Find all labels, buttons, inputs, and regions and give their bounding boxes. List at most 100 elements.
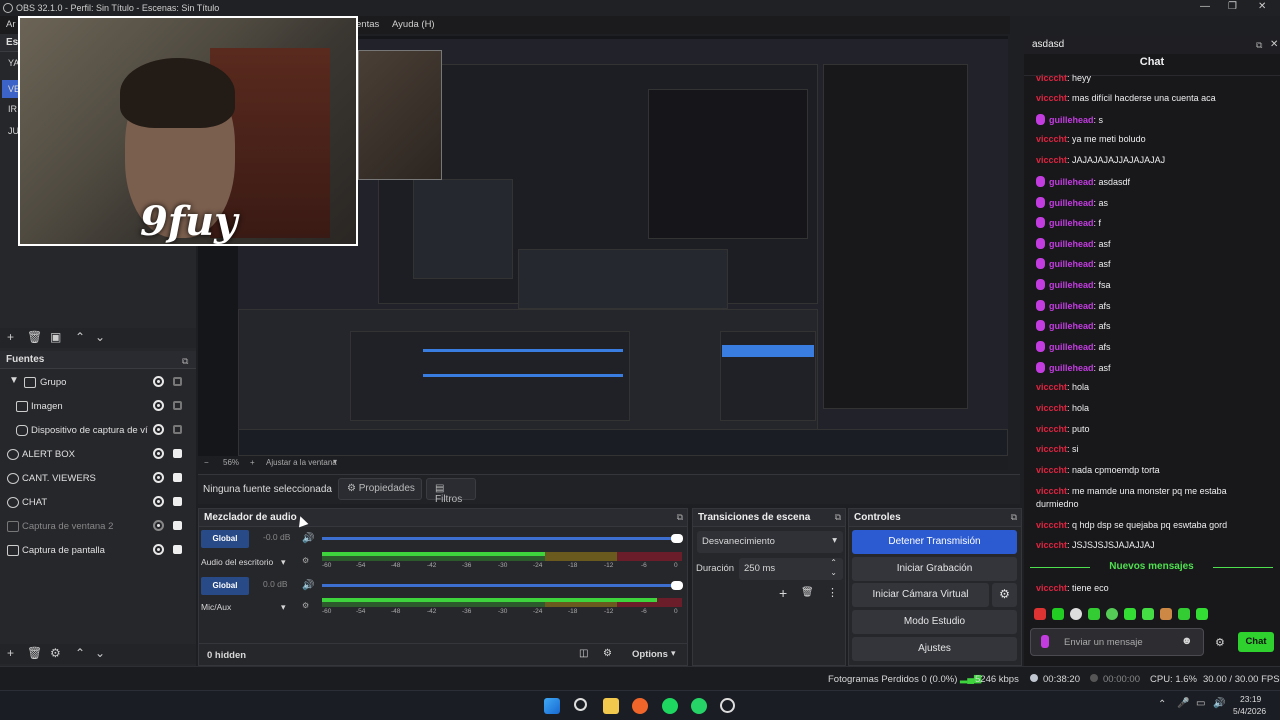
add-scene-icon[interactable]: + <box>7 330 14 344</box>
gear-icon[interactable]: ⚙ <box>50 646 61 660</box>
network-icon[interactable]: ▭ <box>1196 698 1205 709</box>
emote-icon[interactable] <box>1070 608 1082 620</box>
chat-username[interactable]: vicccht <box>1036 465 1067 475</box>
audio-settings-icon[interactable]: ⚙ <box>302 601 309 610</box>
emote-icon[interactable] <box>1034 608 1046 620</box>
chat-username[interactable]: guillehead <box>1049 363 1094 373</box>
emoji-icon[interactable]: ☻ <box>1181 635 1193 647</box>
new-messages-divider[interactable]: Nuevos mensajes <box>1030 561 1273 573</box>
chat-username[interactable]: vicccht <box>1036 382 1067 392</box>
undock-icon[interactable]: ⧉ <box>677 512 683 523</box>
volume-icon[interactable]: 🔊 <box>1213 698 1225 709</box>
emote-icon[interactable] <box>1052 608 1064 620</box>
maximize-button[interactable]: ❐ <box>1228 1 1237 12</box>
chat-username[interactable]: guillehead <box>1049 342 1094 352</box>
chat-username[interactable]: vicccht <box>1036 540 1067 550</box>
chat-username[interactable]: guillehead <box>1049 280 1094 290</box>
emote-icon[interactable] <box>1124 608 1136 620</box>
chat-username[interactable]: guillehead <box>1049 198 1094 208</box>
zoom-in-icon[interactable]: + <box>250 458 255 467</box>
lock-icon[interactable] <box>173 545 182 554</box>
emote-icon[interactable] <box>1178 608 1190 620</box>
unlock-icon[interactable] <box>173 425 182 434</box>
file-explorer-icon[interactable] <box>603 698 619 714</box>
studio-mode-button[interactable]: Modo Estudio <box>852 610 1017 634</box>
chat-username[interactable]: vicccht <box>1036 155 1067 165</box>
options-button[interactable]: Options <box>632 649 668 660</box>
trash-icon[interactable]: 🗑 <box>27 646 42 660</box>
advanced-audio-icon[interactable]: ⚙ <box>603 648 612 659</box>
obs-icon[interactable] <box>720 698 735 713</box>
expand-caret-icon[interactable]: ▼ <box>9 375 19 386</box>
chevron-down-icon[interactable]: ▾ <box>281 557 286 568</box>
zoom-fit-select[interactable]: Ajustar a la ventana <box>266 458 337 467</box>
audio-settings-icon[interactable]: ⚙ <box>302 556 309 565</box>
speaker-icon[interactable]: 🔊 <box>302 580 314 591</box>
chat-input[interactable]: Enviar un mensaje ☻ <box>1030 628 1204 656</box>
source-item-alert-box[interactable]: ALERT BOX <box>0 444 196 468</box>
clock-date[interactable]: 5/4/2026 <box>1233 706 1266 716</box>
chat-username[interactable]: guillehead <box>1049 218 1094 228</box>
chevron-up-icon[interactable]: ⌃ <box>1158 699 1166 710</box>
chat-username[interactable]: vicccht <box>1036 134 1067 144</box>
zoom-out-icon[interactable]: − <box>204 458 209 467</box>
slider-knob[interactable] <box>671 534 683 543</box>
windows-start-icon[interactable] <box>544 698 560 714</box>
emote-icon[interactable] <box>1106 608 1118 620</box>
menu-item-herramientas[interactable]: entas <box>356 19 379 30</box>
source-item-cant-viewers[interactable]: CANT. VIEWERS <box>0 468 196 492</box>
duration-input[interactable]: 250 ms ⌃ ⌄ <box>739 558 843 580</box>
speaker-icon[interactable]: 🔊 <box>302 533 314 544</box>
move-down-icon[interactable]: ⌄ <box>95 646 105 660</box>
move-down-icon[interactable]: ⌄ <box>95 330 105 344</box>
filter-icon[interactable]: ▣ <box>50 330 61 344</box>
chevron-down-icon[interactable]: ▾ <box>671 648 676 659</box>
chat-username[interactable]: guillehead <box>1049 239 1094 249</box>
source-item-video-capture[interactable]: Dispositivo de captura de vídeo <box>0 420 196 444</box>
layout-toggle-icon[interactable]: ◫ <box>579 648 588 659</box>
add-source-icon[interactable]: + <box>7 646 14 660</box>
close-button[interactable]: ✕ <box>1258 1 1266 12</box>
source-item-group[interactable]: ▼ Grupo <box>0 372 196 396</box>
chevron-down-icon[interactable]: ▾ <box>281 602 286 613</box>
source-item-chat[interactable]: CHAT <box>0 492 196 516</box>
scene-item[interactable]: IR <box>8 104 17 114</box>
eye-icon[interactable] <box>153 472 164 483</box>
eye-icon[interactable] <box>153 400 164 411</box>
chat-send-button[interactable]: Chat <box>1238 632 1274 652</box>
chat-username[interactable]: vicccht <box>1036 93 1067 103</box>
unlock-icon[interactable] <box>173 377 182 386</box>
chat-username[interactable]: vicccht <box>1036 424 1067 434</box>
chat-username[interactable]: vicccht <box>1036 444 1067 454</box>
search-icon[interactable] <box>574 698 587 711</box>
global-badge[interactable]: Global <box>201 530 249 548</box>
clock-time[interactable]: 23:19 <box>1240 694 1261 704</box>
settings-button[interactable]: Ajustes <box>852 637 1017 661</box>
properties-button[interactable]: ⚙ Propiedades <box>338 478 422 500</box>
volume-slider[interactable] <box>322 534 683 543</box>
emote-icon[interactable] <box>1196 608 1208 620</box>
undock-icon[interactable]: ⧉ <box>835 512 841 523</box>
lock-icon[interactable] <box>173 473 182 482</box>
trash-icon[interactable]: 🗑 <box>801 587 814 598</box>
chat-username[interactable]: guillehead <box>1049 115 1094 125</box>
stepper-icon[interactable]: ⌃ ⌄ <box>830 558 837 578</box>
chat-username[interactable]: vicccht <box>1036 583 1067 593</box>
chat-username[interactable]: guillehead <box>1049 301 1094 311</box>
whatsapp-icon[interactable] <box>691 698 707 714</box>
add-transition-icon[interactable]: + <box>779 585 787 601</box>
source-item-image[interactable]: Imagen <box>0 396 196 420</box>
menu-item-archivo[interactable]: Ar <box>6 19 16 30</box>
trash-icon[interactable]: 🗑 <box>27 330 42 344</box>
virtual-camera-settings-button[interactable]: ⚙ <box>992 583 1017 607</box>
eye-icon[interactable] <box>153 544 164 555</box>
minimize-button[interactable]: — <box>1200 1 1210 12</box>
chat-username[interactable]: vicccht <box>1036 403 1067 413</box>
stop-streaming-button[interactable]: Detener Transmisión <box>852 530 1017 554</box>
filters-button[interactable]: ▤ Filtros <box>426 478 476 505</box>
move-up-icon[interactable]: ⌃ <box>75 330 85 344</box>
source-item-window-capture[interactable]: Captura de ventana 2 <box>0 516 196 540</box>
chat-username[interactable]: guillehead <box>1049 259 1094 269</box>
unlock-icon[interactable] <box>173 401 182 410</box>
chat-username[interactable]: vicccht <box>1036 520 1067 530</box>
